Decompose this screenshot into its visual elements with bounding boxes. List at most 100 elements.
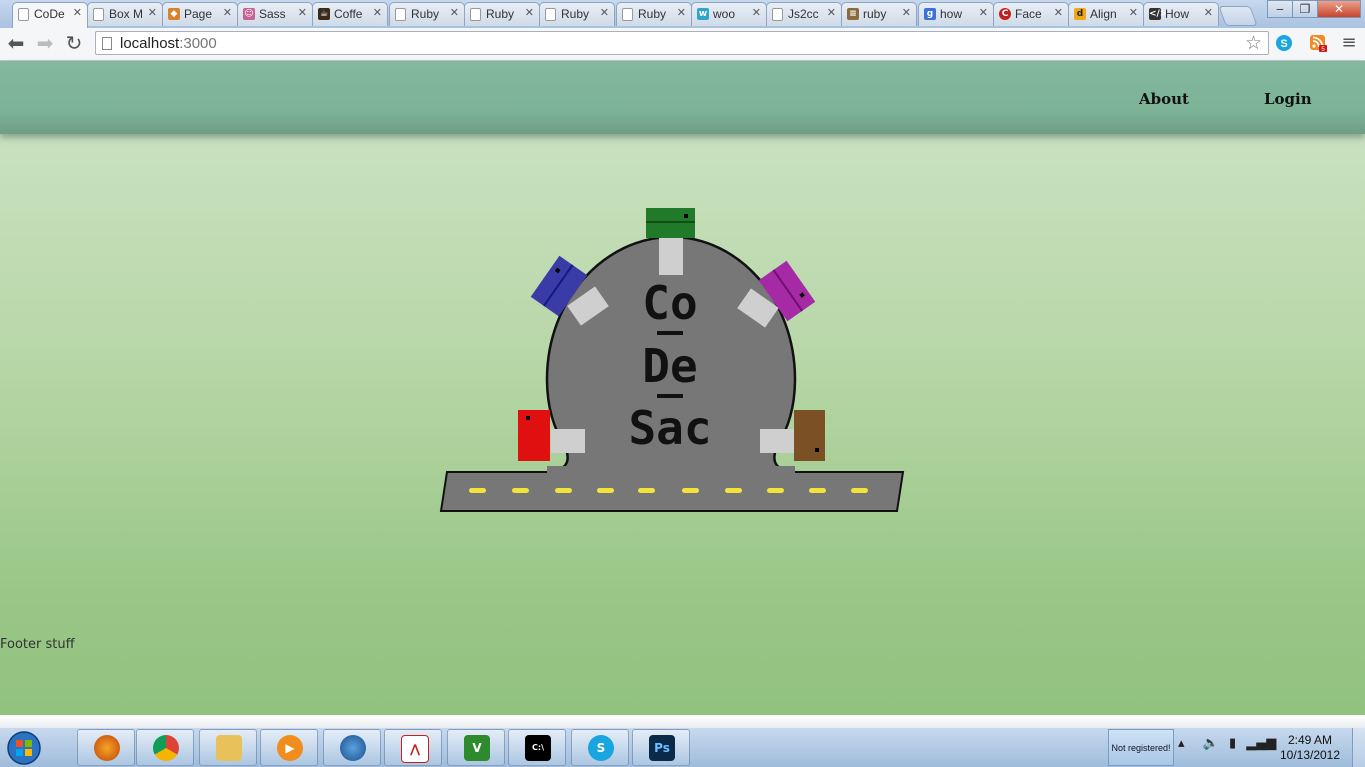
page-icon <box>395 8 406 21</box>
page-icon <box>102 37 112 50</box>
tab-face[interactable]: C Face ✕ <box>993 2 1069 26</box>
tab-label: How <box>1165 7 1190 21</box>
forward-button[interactable]: ➡ <box>33 31 57 55</box>
close-icon[interactable]: ✕ <box>827 6 836 19</box>
taskbar-vim[interactable]: V <box>447 729 505 766</box>
reload-button[interactable]: ↻ <box>62 31 86 55</box>
tab-label: Page <box>184 7 213 21</box>
coffee-icon: ☕ <box>318 8 330 20</box>
restore-button[interactable]: ❐ <box>1292 0 1318 18</box>
tab-label: Ruby <box>638 7 667 21</box>
taskbar: ▶ ⋀ V C:\ S Ps Not registered! ▴ 🔈 ▮ ▂▄▆… <box>0 728 1365 767</box>
tab-box-model[interactable]: Box M ✕ <box>87 2 163 26</box>
skype-extension-icon[interactable]: S <box>1274 33 1294 53</box>
site-header: About Login <box>0 61 1365 134</box>
taskbar-explorer[interactable] <box>199 729 257 766</box>
tab-label: how <box>940 7 963 21</box>
page-icon <box>545 8 556 21</box>
browser-toolbar: ⬅ ➡ ↻ localhost:3000 ☆ S 5 ≡ <box>0 28 1365 61</box>
tab-ruby-2[interactable]: Ruby ✕ <box>464 2 540 26</box>
close-icon[interactable]: ✕ <box>677 6 686 19</box>
taskbar-acrobat[interactable]: ⋀ <box>384 729 442 766</box>
taskbar-skype[interactable]: S <box>571 729 629 766</box>
footer-text: Footer stuff <box>0 637 75 652</box>
logo-dash-2 <box>657 394 683 398</box>
close-icon[interactable]: ✕ <box>450 6 459 19</box>
windows-start-button[interactable] <box>4 730 44 766</box>
system-tray: ▴ 🔈 ▮ ▂▄▆ <box>1178 736 1276 751</box>
new-tab-button[interactable] <box>1218 6 1258 26</box>
menu-icon[interactable]: ≡ <box>1337 31 1361 55</box>
close-icon[interactable]: ✕ <box>1129 6 1138 19</box>
close-icon[interactable]: ✕ <box>525 6 534 19</box>
close-icon[interactable]: ✕ <box>1204 6 1213 19</box>
close-icon[interactable]: ✕ <box>223 6 232 19</box>
taskbar-chrome[interactable] <box>136 729 194 766</box>
page-icon <box>93 8 104 21</box>
logo-dash-1 <box>657 331 683 335</box>
close-icon[interactable]: ✕ <box>1054 6 1063 19</box>
brown-house <box>794 410 825 461</box>
back-button[interactable]: ⬅ <box>4 31 28 55</box>
logo-line-co: Co <box>642 276 697 330</box>
tab-woo[interactable]: w woo ✕ <box>691 2 767 26</box>
taskbar-cmd[interactable]: C:\ <box>508 729 566 766</box>
close-window-button[interactable]: ✕ <box>1317 0 1361 18</box>
nav-login-link[interactable]: Login <box>1264 90 1312 108</box>
red-c-icon: C <box>999 8 1011 20</box>
nav-about-link[interactable]: About <box>1139 90 1189 108</box>
volume-icon[interactable]: 🔈 <box>1203 736 1219 751</box>
taskbar-thunderbird[interactable] <box>323 729 381 766</box>
tab-codesac[interactable]: CoDe ✕ <box>12 2 88 28</box>
close-icon[interactable]: ✕ <box>752 6 761 19</box>
codesac-logo: Co De Sac <box>439 208 905 512</box>
address-bar[interactable]: localhost:3000 ☆ <box>95 31 1269 55</box>
taskbar-media-player[interactable]: ▶ <box>260 729 318 766</box>
tab-ruby-3[interactable]: Ruby ✕ <box>539 2 615 26</box>
driveway-right <box>760 429 794 453</box>
power-icon[interactable]: ▮ <box>1229 736 1236 751</box>
photoshop-icon: Ps <box>649 735 675 761</box>
tab-ruby-4[interactable]: Ruby ✕ <box>616 2 692 26</box>
tab-label: Ruby <box>561 7 590 21</box>
tab-coffeescript[interactable]: ☕ Coffe ✕ <box>312 2 388 26</box>
tab-align[interactable]: d Align ✕ <box>1068 2 1144 26</box>
taskbar-photoshop[interactable]: Ps <box>632 729 690 766</box>
green-house <box>646 208 695 238</box>
close-icon[interactable]: ✕ <box>298 6 307 19</box>
page-content: About Login Co De Sac Footer stuff <box>0 61 1365 715</box>
bookmark-star-icon[interactable]: ☆ <box>1245 32 1262 54</box>
not-registered-badge[interactable]: Not registered! <box>1108 729 1174 766</box>
url-text: localhost:3000 <box>120 35 217 52</box>
close-icon[interactable]: ✕ <box>73 6 82 19</box>
tab-google-how[interactable]: g how ✕ <box>918 2 994 26</box>
thunderbird-icon <box>340 735 366 761</box>
show-desktop-button[interactable] <box>1352 728 1365 767</box>
tab-label: Align <box>1090 7 1117 21</box>
close-icon[interactable]: ✕ <box>902 6 911 19</box>
url-port: :3000 <box>179 35 217 52</box>
tab-page[interactable]: ◆ Page ✕ <box>162 2 238 26</box>
url-host: localhost <box>120 35 180 52</box>
taskbar-firefox[interactable] <box>77 729 135 766</box>
rss-extension-icon[interactable]: 5 <box>1308 33 1328 53</box>
tab-sass[interactable]: ☺ Sass ✕ <box>237 2 313 26</box>
close-icon[interactable]: ✕ <box>373 6 382 19</box>
logo-line-sac: Sac <box>628 401 711 455</box>
close-icon[interactable]: ✕ <box>148 6 157 19</box>
minimize-button[interactable]: ‒ <box>1267 0 1293 18</box>
close-icon[interactable]: ✕ <box>600 6 609 19</box>
tab-ruby-1[interactable]: Ruby ✕ <box>389 2 465 26</box>
folder-icon <box>216 735 242 761</box>
system-clock[interactable]: 2:49 AM 10/13/2012 <box>1270 733 1350 763</box>
tab-label: Ruby <box>411 7 440 21</box>
svg-text:S: S <box>1280 38 1287 50</box>
tab-label: CoDe <box>34 7 65 21</box>
fox-icon: ◆ <box>168 8 180 20</box>
tab-stackoverflow-ruby[interactable]: ≡ ruby ✕ <box>841 2 917 26</box>
close-icon[interactable]: ✕ <box>979 6 988 19</box>
tray-expand-icon[interactable]: ▴ <box>1178 736 1185 751</box>
tab-js2coffee[interactable]: Js2cc ✕ <box>766 2 842 26</box>
logo-line-de: De <box>642 339 697 393</box>
tab-how[interactable]: </> How ✕ <box>1143 2 1219 26</box>
